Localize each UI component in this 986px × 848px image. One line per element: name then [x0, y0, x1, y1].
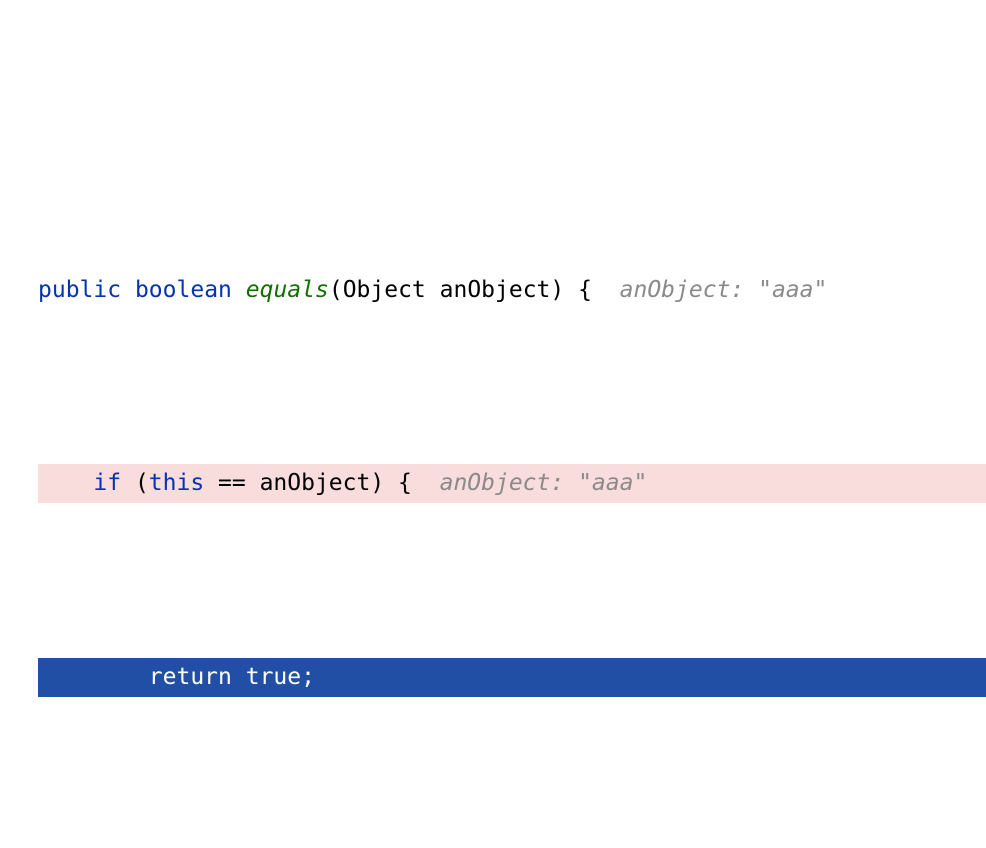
- code-line-highlighted[interactable]: if (this == anObject) { anObject: "aaa": [38, 464, 986, 503]
- keyword-this: this: [149, 470, 204, 496]
- keyword-return: return: [149, 664, 232, 690]
- method-name: equals: [246, 277, 329, 303]
- inline-hint: anObject: "aaa": [620, 277, 828, 303]
- execution-point-line[interactable]: return true;: [38, 658, 986, 697]
- code-editor[interactable]: public boolean equals(Object anObject) {…: [0, 0, 986, 848]
- keyword-boolean: boolean: [135, 277, 232, 303]
- inline-hint: anObject: "aaa": [440, 470, 648, 496]
- code-line[interactable]: public boolean equals(Object anObject) {…: [38, 271, 986, 310]
- signature-rest: (Object anObject) {: [329, 277, 620, 303]
- keyword-public: public: [38, 277, 121, 303]
- keyword-if: if: [93, 470, 121, 496]
